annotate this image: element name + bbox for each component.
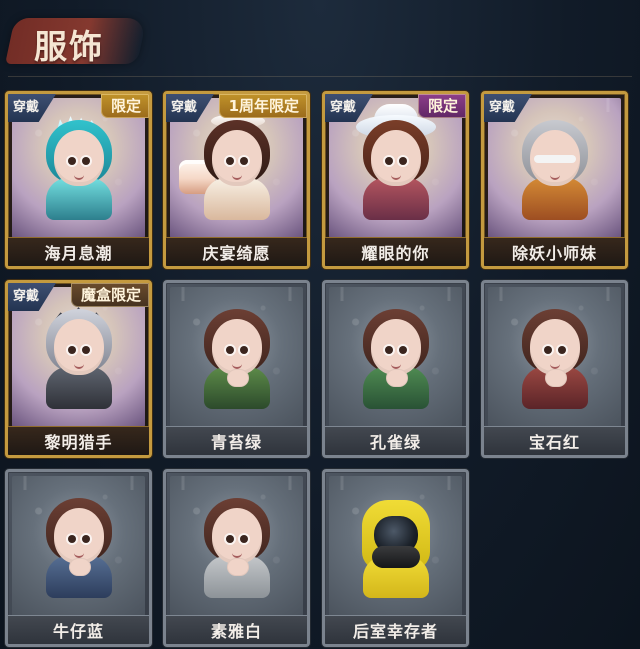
costume-name: 海月息潮 — [8, 237, 149, 266]
blindfold-icon — [533, 155, 576, 163]
peacock-green-girl-character-icon — [350, 305, 442, 415]
costume-card-dazzling-you[interactable]: 穿戴 限定 耀眼的你 — [322, 91, 469, 269]
clasped-hands — [544, 369, 567, 387]
limited-badge: 限定 — [417, 94, 466, 118]
magic-box-limited-badge: 魔盒限定 — [70, 283, 149, 307]
plain-white-girl-character-icon — [191, 494, 283, 604]
right-eye — [81, 157, 90, 165]
costume-name: 宝石红 — [484, 426, 625, 455]
sea-moon-tide-character-icon — [33, 116, 125, 226]
costume-name: 青苔绿 — [166, 426, 307, 455]
left-eye — [225, 535, 234, 543]
costume-name: 孔雀绿 — [325, 426, 466, 455]
left-eye — [384, 346, 393, 354]
costume-card-anniversary-wish[interactable]: 穿戴 1周年限定 庆宴绮愿 — [163, 91, 310, 269]
costume-name: 除妖小师妹 — [484, 237, 625, 266]
left-eye — [67, 535, 76, 543]
dawn-hunter-character-icon — [33, 305, 125, 415]
backrooms-survivor-hazmat-character-icon — [350, 494, 442, 604]
clasped-hands — [68, 558, 91, 576]
costume-card-moss-green[interactable]: 青苔绿 — [163, 280, 310, 458]
costume-card-peacock-green[interactable]: 孔雀绿 — [322, 280, 469, 458]
costume-name: 庆宴绮愿 — [166, 237, 307, 266]
left-eye — [225, 346, 234, 354]
right-eye — [239, 157, 248, 165]
costume-card-plain-white[interactable]: 素雅白 — [163, 469, 310, 647]
costume-name: 牛仔蓝 — [8, 615, 149, 644]
costume-art — [170, 287, 303, 427]
gas-mask-icon — [371, 546, 420, 568]
costume-card-little-exorcist-sister[interactable]: 穿戴 除妖小师妹 — [481, 91, 628, 269]
left-eye — [67, 157, 76, 165]
costume-art — [170, 476, 303, 616]
costume-card-dawn-hunter[interactable]: 穿戴 魔盒限定 黎明猎手 — [5, 280, 152, 458]
costume-card-denim-blue[interactable]: 牛仔蓝 — [5, 469, 152, 647]
costume-card-sea-moon-tide[interactable]: 穿戴 限定 海月息潮 — [5, 91, 152, 269]
anniversary-cake-character-icon — [178, 114, 283, 226]
costume-gallery-page: 服饰 穿戴 限定 海月息潮 穿戴 1周年限定 庆宴绮愿 穿戴 限定 耀眼的你 穿… — [0, 0, 640, 649]
costume-art — [329, 287, 462, 427]
blindfolded-silver-hair-character-icon — [509, 116, 601, 226]
costume-card-ruby-red[interactable]: 宝石红 — [481, 280, 628, 458]
costume-name: 素雅白 — [166, 615, 307, 644]
costume-card-backrooms-survivor[interactable]: 后室幸存者 — [322, 469, 469, 647]
right-eye — [239, 535, 248, 543]
costume-art — [488, 287, 621, 427]
left-eye — [225, 157, 234, 165]
costume-art — [329, 476, 462, 616]
moss-green-girl-character-icon — [191, 305, 283, 415]
right-eye — [398, 346, 407, 354]
right-eye — [81, 346, 90, 354]
costume-grid: 穿戴 限定 海月息潮 穿戴 1周年限定 庆宴绮愿 穿戴 限定 耀眼的你 穿戴 除… — [0, 0, 640, 649]
dazzling-you-cowboy-hat-character-icon — [350, 104, 442, 226]
right-eye — [557, 346, 566, 354]
clasped-hands — [226, 558, 249, 576]
clasped-hands — [385, 369, 408, 387]
costume-name: 黎明猎手 — [8, 426, 149, 455]
clasped-hands — [226, 369, 249, 387]
left-eye — [67, 346, 76, 354]
left-eye — [384, 157, 393, 165]
right-eye — [81, 535, 90, 543]
limited-badge: 限定 — [100, 94, 149, 118]
right-eye — [398, 157, 407, 165]
left-eye — [543, 346, 552, 354]
right-eye — [239, 346, 248, 354]
anniversary-limited-badge: 1周年限定 — [218, 94, 307, 118]
ruby-red-girl-character-icon — [509, 305, 601, 415]
costume-name: 后室幸存者 — [325, 615, 466, 644]
denim-blue-girl-character-icon — [33, 494, 125, 604]
costume-art — [12, 476, 145, 616]
costume-name: 耀眼的你 — [325, 237, 466, 266]
